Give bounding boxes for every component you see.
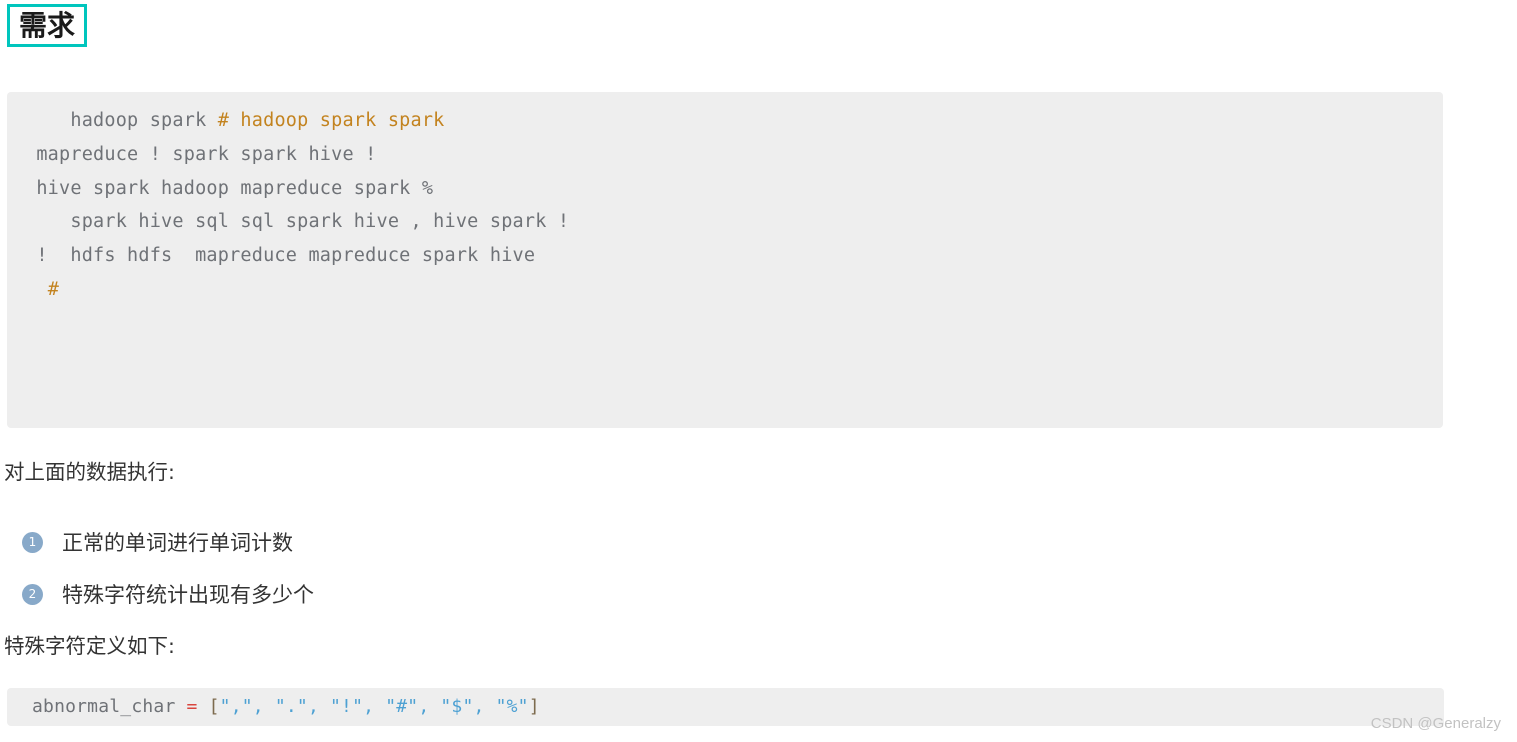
watermark: CSDN @Generalzy [1370,715,1501,732]
list-item: 1 正常的单词进行单词计数 [0,516,314,568]
code-variable: abnormal_char [32,696,187,717]
list-item: 2 特殊字符统计出现有多少个 [0,568,314,620]
code-text: mapreduce ! spark spark hive ! [25,143,377,165]
code-block-sample-data: hadoop spark # hadoop spark spark mapred… [7,92,1443,428]
code-text: ! hdfs hdfs mapreduce mapreduce spark hi… [25,245,536,267]
code-operator: = [186,696,198,717]
code-line: # [7,273,1443,307]
code-line: ! hdfs hdfs mapreduce mapreduce spark hi… [7,239,1443,273]
list-number-badge: 1 [22,531,43,553]
code-line: hive spark hadoop mapreduce spark % [7,172,1443,206]
code-line: hadoop spark # hadoop spark spark [7,104,1443,138]
paragraph-execute-on-data: 对上面的数据执行: [4,460,175,484]
page-title-badge: 需求 [7,4,88,47]
list-item-label: 特殊字符统计出现有多少个 [62,583,314,607]
paragraph-special-char-definition: 特殊字符定义如下: [4,634,175,658]
code-comment: # hadoop spark spark [217,110,445,131]
code-open-bracket: [ [197,696,220,717]
code-text: spark hive sql sql spark hive , hive spa… [25,211,570,233]
list-number-badge: 2 [22,583,43,605]
code-comment: # [47,278,60,300]
task-list: 1 正常的单词进行单词计数 2 特殊字符统计出现有多少个 [0,516,314,620]
code-line: abnormal_char = [",", ".", "!", "#", "$"… [7,688,540,726]
code-line: spark hive sql sql spark hive , hive spa… [7,205,1443,239]
code-block-abnormal-char: abnormal_char = [",", ".", "!", "#", "$"… [7,688,1444,726]
page-title: 需求 [19,8,76,42]
list-item-label: 正常的单词进行单词计数 [62,531,293,555]
code-text: hive spark hadoop mapreduce spark % [25,177,434,199]
code-line: mapreduce ! spark spark hive ! [7,138,1443,172]
code-string-list: ",", ".", "!", "#", "$", "%" [219,696,529,717]
code-text: hadoop spark [25,110,218,131]
code-close-bracket: ] [528,696,540,717]
